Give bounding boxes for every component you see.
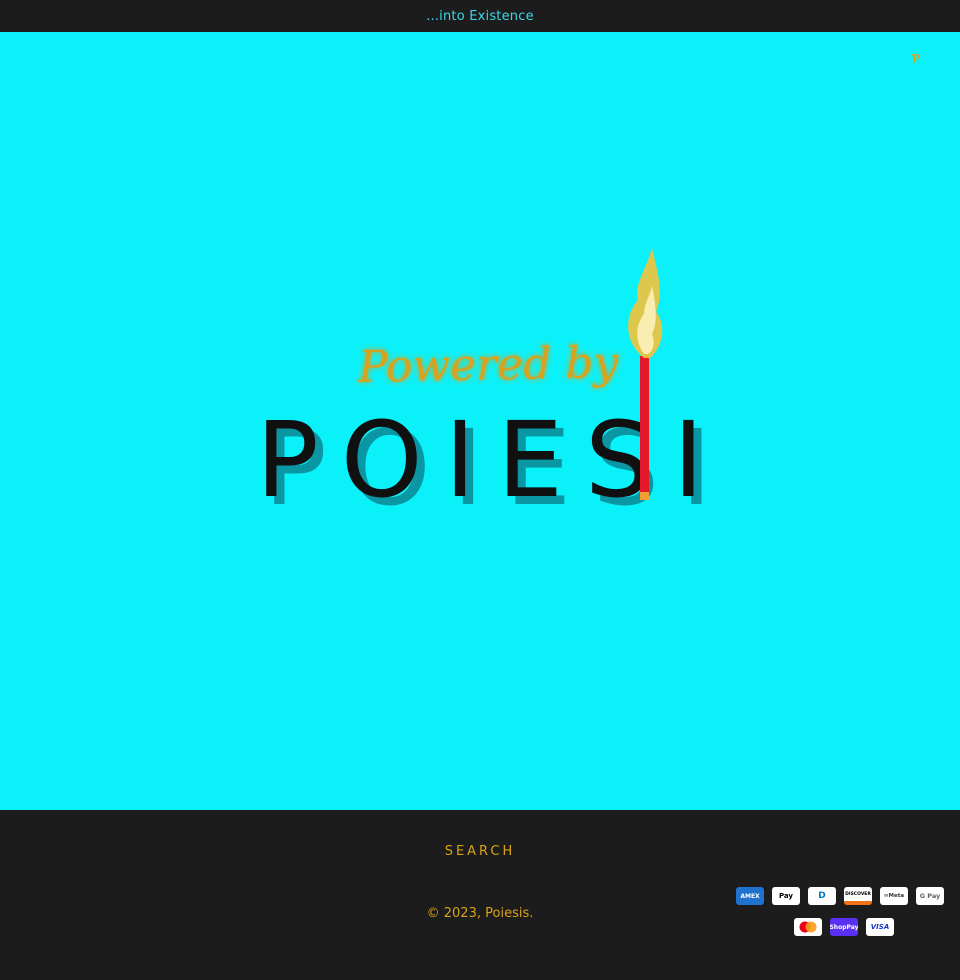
announcement-bar: ...into Existence <box>0 0 960 32</box>
shop-pay-icon: ShopPay <box>830 918 858 936</box>
diners-club-icon: D <box>808 887 836 905</box>
brand-logo: Powered by POIESIS POIESIS <box>240 212 800 529</box>
discover-icon: DISCOVER <box>844 887 872 905</box>
main-content: Ƥ Powered by POIESIS POIESIS <box>0 32 960 810</box>
announcement-text: ...into Existence <box>426 8 534 24</box>
brand-logo-svg: Powered by POIESIS POIESIS <box>256 248 800 529</box>
amex-icon: AMEX <box>736 887 764 905</box>
apple-pay-icon: Pay <box>772 887 800 905</box>
google-pay-icon: G Pay <box>916 887 944 905</box>
meta-pay-icon: ∞Meta <box>880 887 908 905</box>
lock-icon[interactable]: Ƥ <box>912 52 920 66</box>
mastercard-icon <box>794 918 822 936</box>
visa-icon: VISA <box>866 918 894 936</box>
logo-tagline: Powered by <box>357 337 620 393</box>
footer: SEARCH © 2023, Poiesis. AMEX Pay D DISCO… <box>0 810 960 980</box>
logo-brand: POIESIS <box>256 399 730 512</box>
payment-icons: AMEX Pay D DISCOVER ∞Meta G Pay ShopPay … <box>0 810 960 980</box>
